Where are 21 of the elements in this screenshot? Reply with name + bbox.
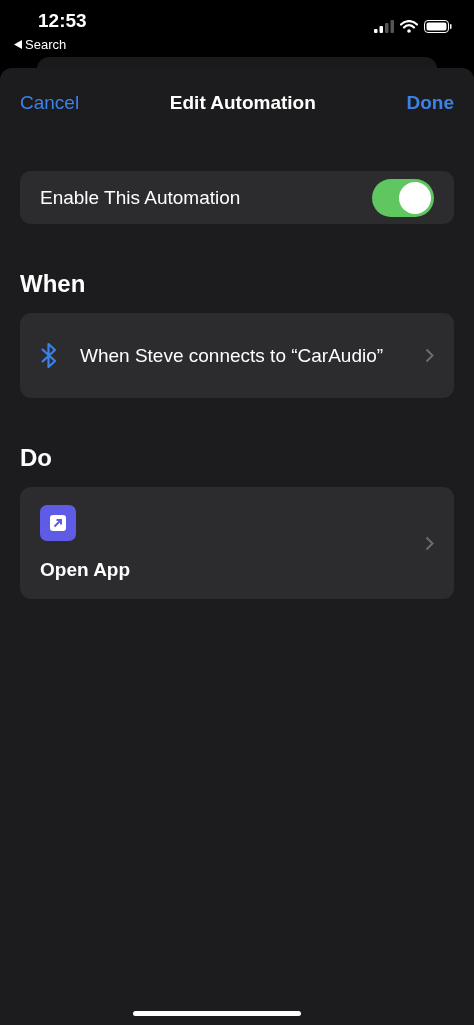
- back-triangle-icon: [14, 40, 22, 49]
- bluetooth-icon: [40, 342, 58, 369]
- status-time: 12:53: [38, 10, 87, 32]
- section-heading: Do: [20, 444, 53, 472]
- back-link[interactable]: Search: [14, 37, 67, 52]
- chevron-icon: [425, 348, 434, 363]
- action-text: Open App: [40, 559, 131, 581]
- wifi-icon: [400, 20, 418, 33]
- section-heading: When: [20, 270, 87, 298]
- enable-label: Enable This Automation: [40, 186, 241, 209]
- cancel-button[interactable]: Cancel: [20, 92, 80, 114]
- open-app-icon: [40, 505, 76, 541]
- battery-icon: [424, 20, 452, 33]
- action-row[interactable]: Open App: [20, 487, 454, 599]
- done-button[interactable]: Done: [406, 92, 454, 114]
- signal-icon: [374, 20, 394, 33]
- screen-title: Edit Automation: [169, 92, 316, 114]
- trigger-row[interactable]: When Steve connects to “CarAudio”: [20, 313, 454, 398]
- toggle-switch[interactable]: [372, 178, 434, 217]
- chevron-icon: [425, 535, 434, 551]
- trigger-text: When Steve connects to “CarAudio”: [80, 343, 385, 368]
